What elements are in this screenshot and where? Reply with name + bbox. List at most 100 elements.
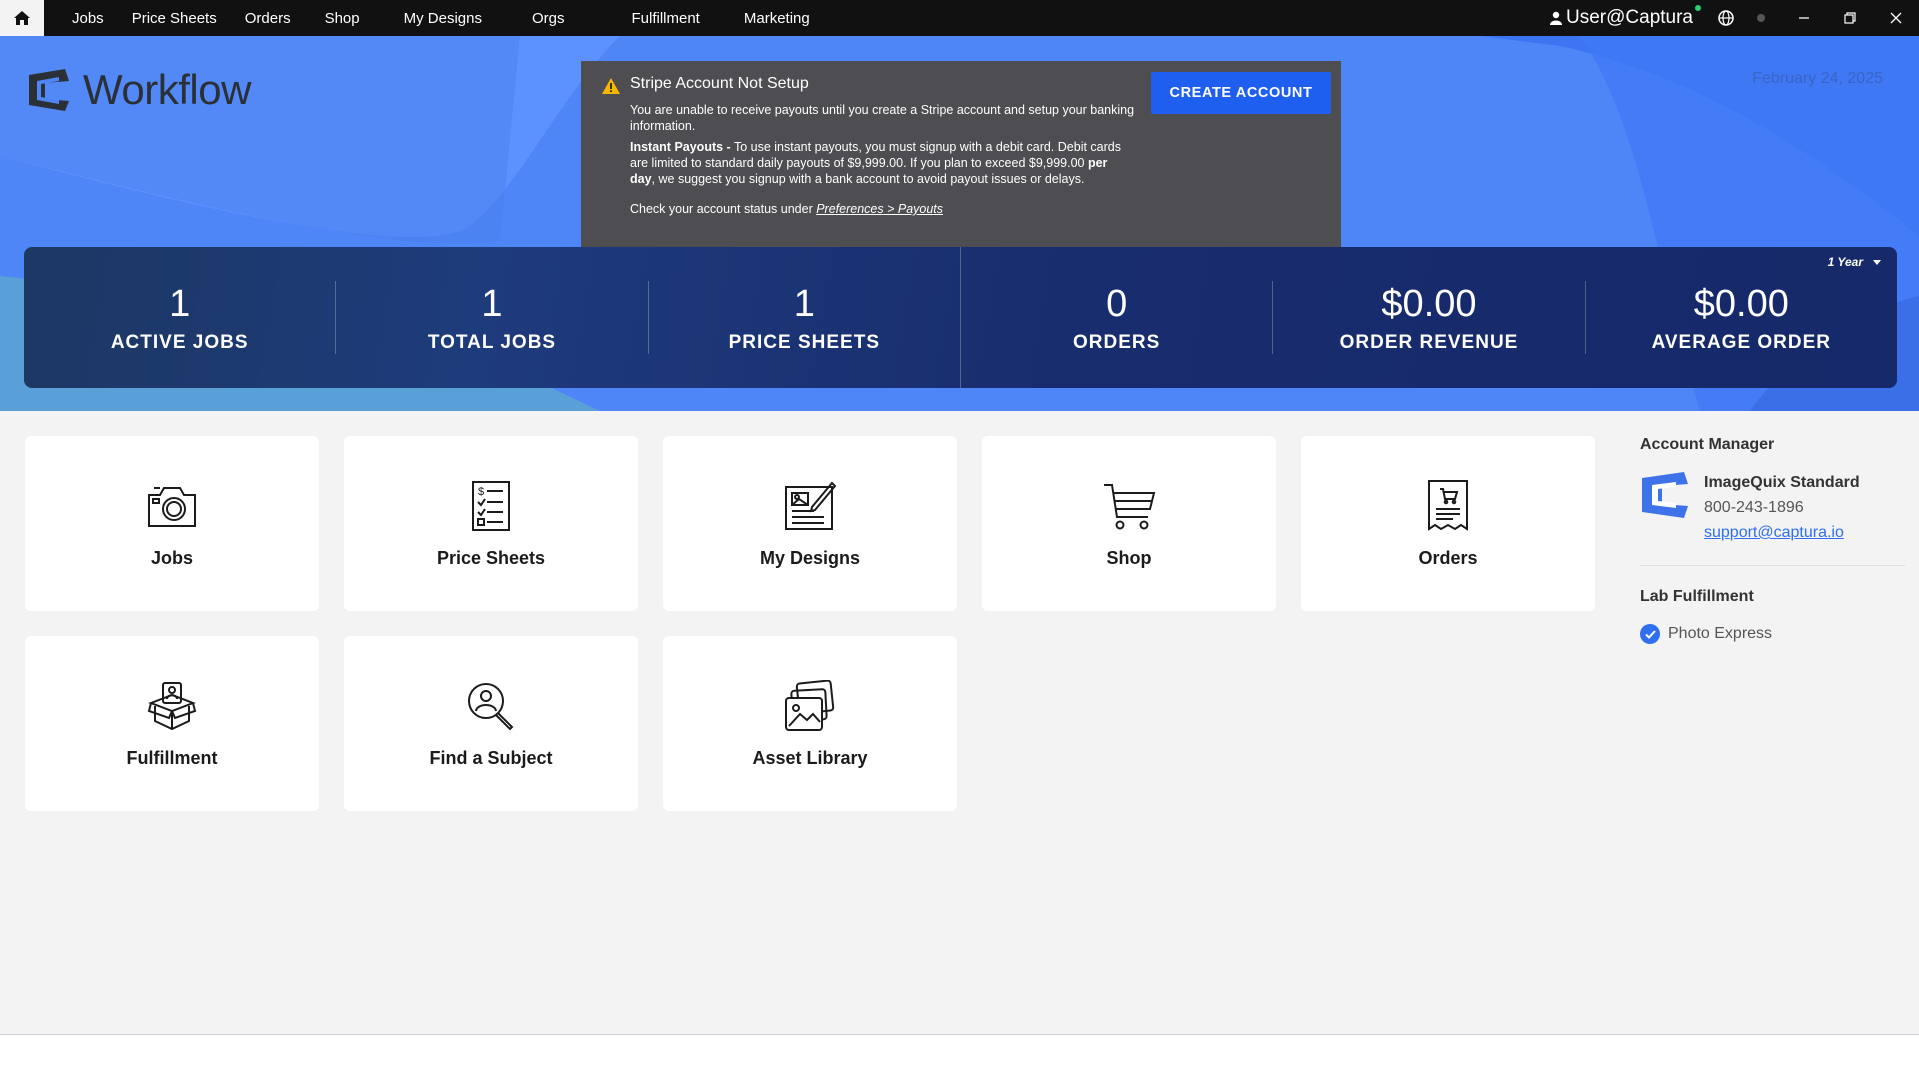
check-circle-icon <box>1640 624 1660 644</box>
user-icon <box>1550 11 1562 25</box>
tile-my-designs[interactable]: My Designs <box>663 436 957 611</box>
tile-label: Jobs <box>150 548 193 568</box>
instant-payouts-text-2: , we suggest you signup with a bank acco… <box>651 172 1085 186</box>
stat-order-revenue: $0.00 ORDER REVENUE <box>1273 247 1584 388</box>
nav-my-designs[interactable]: My Designs <box>404 10 482 27</box>
stripe-alert: Stripe Account Not Setup You are unable … <box>581 61 1341 247</box>
captura-logo-icon <box>29 69 69 111</box>
tile-find-a-subject[interactable]: Find a Subject <box>344 636 638 811</box>
stat-value: 1 <box>481 282 503 325</box>
account-info: ImageQuix Standard 800-243-1896 support@… <box>1704 470 1860 545</box>
home-button[interactable] <box>0 0 44 36</box>
account-name: ImageQuix Standard <box>1704 474 1860 491</box>
stats-panel: 1 ACTIVE JOBS 1 TOTAL JOBS 1 PRICE SHEET… <box>24 247 1897 388</box>
account-manager-heading: Account Manager <box>1640 436 1775 453</box>
create-account-button[interactable]: CREATE ACCOUNT <box>1151 72 1331 114</box>
workflow-logo: Workflow <box>25 66 251 114</box>
tile-label: Find a Subject <box>429 748 553 768</box>
nav-shop[interactable]: Shop <box>325 10 360 27</box>
warning-icon <box>602 78 620 94</box>
stat-label: AVERAGE ORDER <box>1651 331 1832 353</box>
tile-label: Asset Library <box>752 748 868 768</box>
stat-orders: 0 ORDERS <box>961 247 1272 388</box>
person-search-icon <box>468 683 514 731</box>
stat-label: TOTAL JOBS <box>427 331 557 353</box>
language-button[interactable] <box>1711 0 1741 36</box>
stat-value: 1 <box>793 282 815 325</box>
support-email-link[interactable]: support@captura.io <box>1704 520 1860 545</box>
alert-instant-payouts: Instant Payouts - To use instant payouts… <box>630 139 1135 187</box>
nav-jobs[interactable]: Jobs <box>72 10 104 27</box>
status-text: Check your account status under <box>630 202 817 216</box>
logo-text: Workflow <box>83 66 251 113</box>
receipt-icon <box>1428 480 1468 531</box>
camera-icon <box>148 487 196 527</box>
status-indicator <box>1741 0 1781 36</box>
lab-item: Photo Express <box>1640 624 1905 644</box>
user-menu[interactable]: User@Captura <box>1550 5 1701 29</box>
tile-price-sheets[interactable]: $ Price Sheets <box>344 436 638 611</box>
status-dot <box>1757 14 1765 22</box>
account-phone: 800-243-1896 <box>1704 499 1804 516</box>
lab-name: Photo Express <box>1668 625 1773 642</box>
stat-value: $0.00 <box>1381 282 1477 325</box>
stat-value: $0.00 <box>1693 282 1789 325</box>
stat-label: ORDER REVENUE <box>1339 331 1519 353</box>
online-status-dot <box>1695 5 1701 11</box>
tile-label: Price Sheets <box>436 548 546 568</box>
stat-total-jobs: 1 TOTAL JOBS <box>336 247 647 388</box>
alert-title: Stripe Account Not Setup <box>630 75 809 92</box>
stat-price-sheets: 1 PRICE SHEETS <box>649 247 960 388</box>
image-stack-icon <box>785 680 835 731</box>
tile-label: My Designs <box>759 548 861 568</box>
stat-label: PRICE SHEETS <box>728 331 880 353</box>
nav-orgs[interactable]: Orgs <box>532 10 565 27</box>
current-date: February 24, 2025 <box>1752 70 1883 87</box>
alert-body: You are unable to receive payouts until … <box>630 102 1135 222</box>
window-controls: User@Captura <box>1550 0 1919 36</box>
stat-active-jobs: 1 ACTIVE JOBS <box>24 247 335 388</box>
tile-fulfillment[interactable]: Fulfillment <box>25 636 319 811</box>
account-sidebar: Account Manager ImageQuix Standard 800-2… <box>1640 436 1905 644</box>
stat-value: 0 <box>1106 282 1128 325</box>
restore-icon <box>1844 12 1856 24</box>
nav-fulfillment[interactable]: Fulfillment <box>632 10 700 27</box>
globe-icon <box>1718 10 1734 26</box>
sidebar-divider <box>1640 565 1905 566</box>
home-icon <box>14 11 30 25</box>
tile-jobs[interactable]: Jobs <box>25 436 319 611</box>
period-value: 1 Year <box>1827 255 1863 269</box>
svg-text:$: $ <box>478 486 484 498</box>
captura-logo-icon <box>1642 472 1688 518</box>
top-nav-bar: Jobs Price Sheets Orders Shop My Designs… <box>0 0 1919 36</box>
minimize-button[interactable] <box>1781 0 1827 36</box>
tile-asset-library[interactable]: Asset Library <box>663 636 957 811</box>
alert-status-line: Check your account status under Preferen… <box>630 201 1135 217</box>
tile-shop[interactable]: Shop <box>982 436 1276 611</box>
alert-line-1: You are unable to receive payouts until … <box>630 103 1135 133</box>
stat-label: ACTIVE JOBS <box>110 331 249 353</box>
nav-price-sheets[interactable]: Price Sheets <box>132 10 217 27</box>
instant-payouts-label: Instant Payouts - <box>630 140 731 154</box>
nav-marketing[interactable]: Marketing <box>744 10 810 27</box>
period-dropdown[interactable]: 1 Year <box>1828 255 1881 269</box>
stat-value: 1 <box>169 282 191 325</box>
user-name: User@Captura <box>1566 7 1693 28</box>
cart-icon <box>1104 484 1156 530</box>
stat-label: ORDERS <box>1073 331 1161 353</box>
box-icon <box>147 682 197 731</box>
tile-label: Orders <box>1418 548 1478 568</box>
tile-label: Shop <box>1106 548 1152 568</box>
restore-button[interactable] <box>1827 0 1873 36</box>
design-icon <box>785 481 836 530</box>
minimize-icon <box>1799 17 1809 19</box>
price-sheet-icon: $ <box>472 481 510 531</box>
account-manager-card: ImageQuix Standard 800-243-1896 support@… <box>1640 470 1905 545</box>
preferences-payouts-link[interactable]: Preferences > Payouts <box>816 202 943 216</box>
close-button[interactable] <box>1873 0 1919 36</box>
chevron-down-icon <box>1873 259 1881 265</box>
hero-banner: Workflow February 24, 2025 Stripe Accoun… <box>0 36 1919 411</box>
tile-orders[interactable]: Orders <box>1301 436 1595 611</box>
nav-orders[interactable]: Orders <box>245 10 291 27</box>
lab-fulfillment-heading: Lab Fulfillment <box>1640 588 1754 605</box>
